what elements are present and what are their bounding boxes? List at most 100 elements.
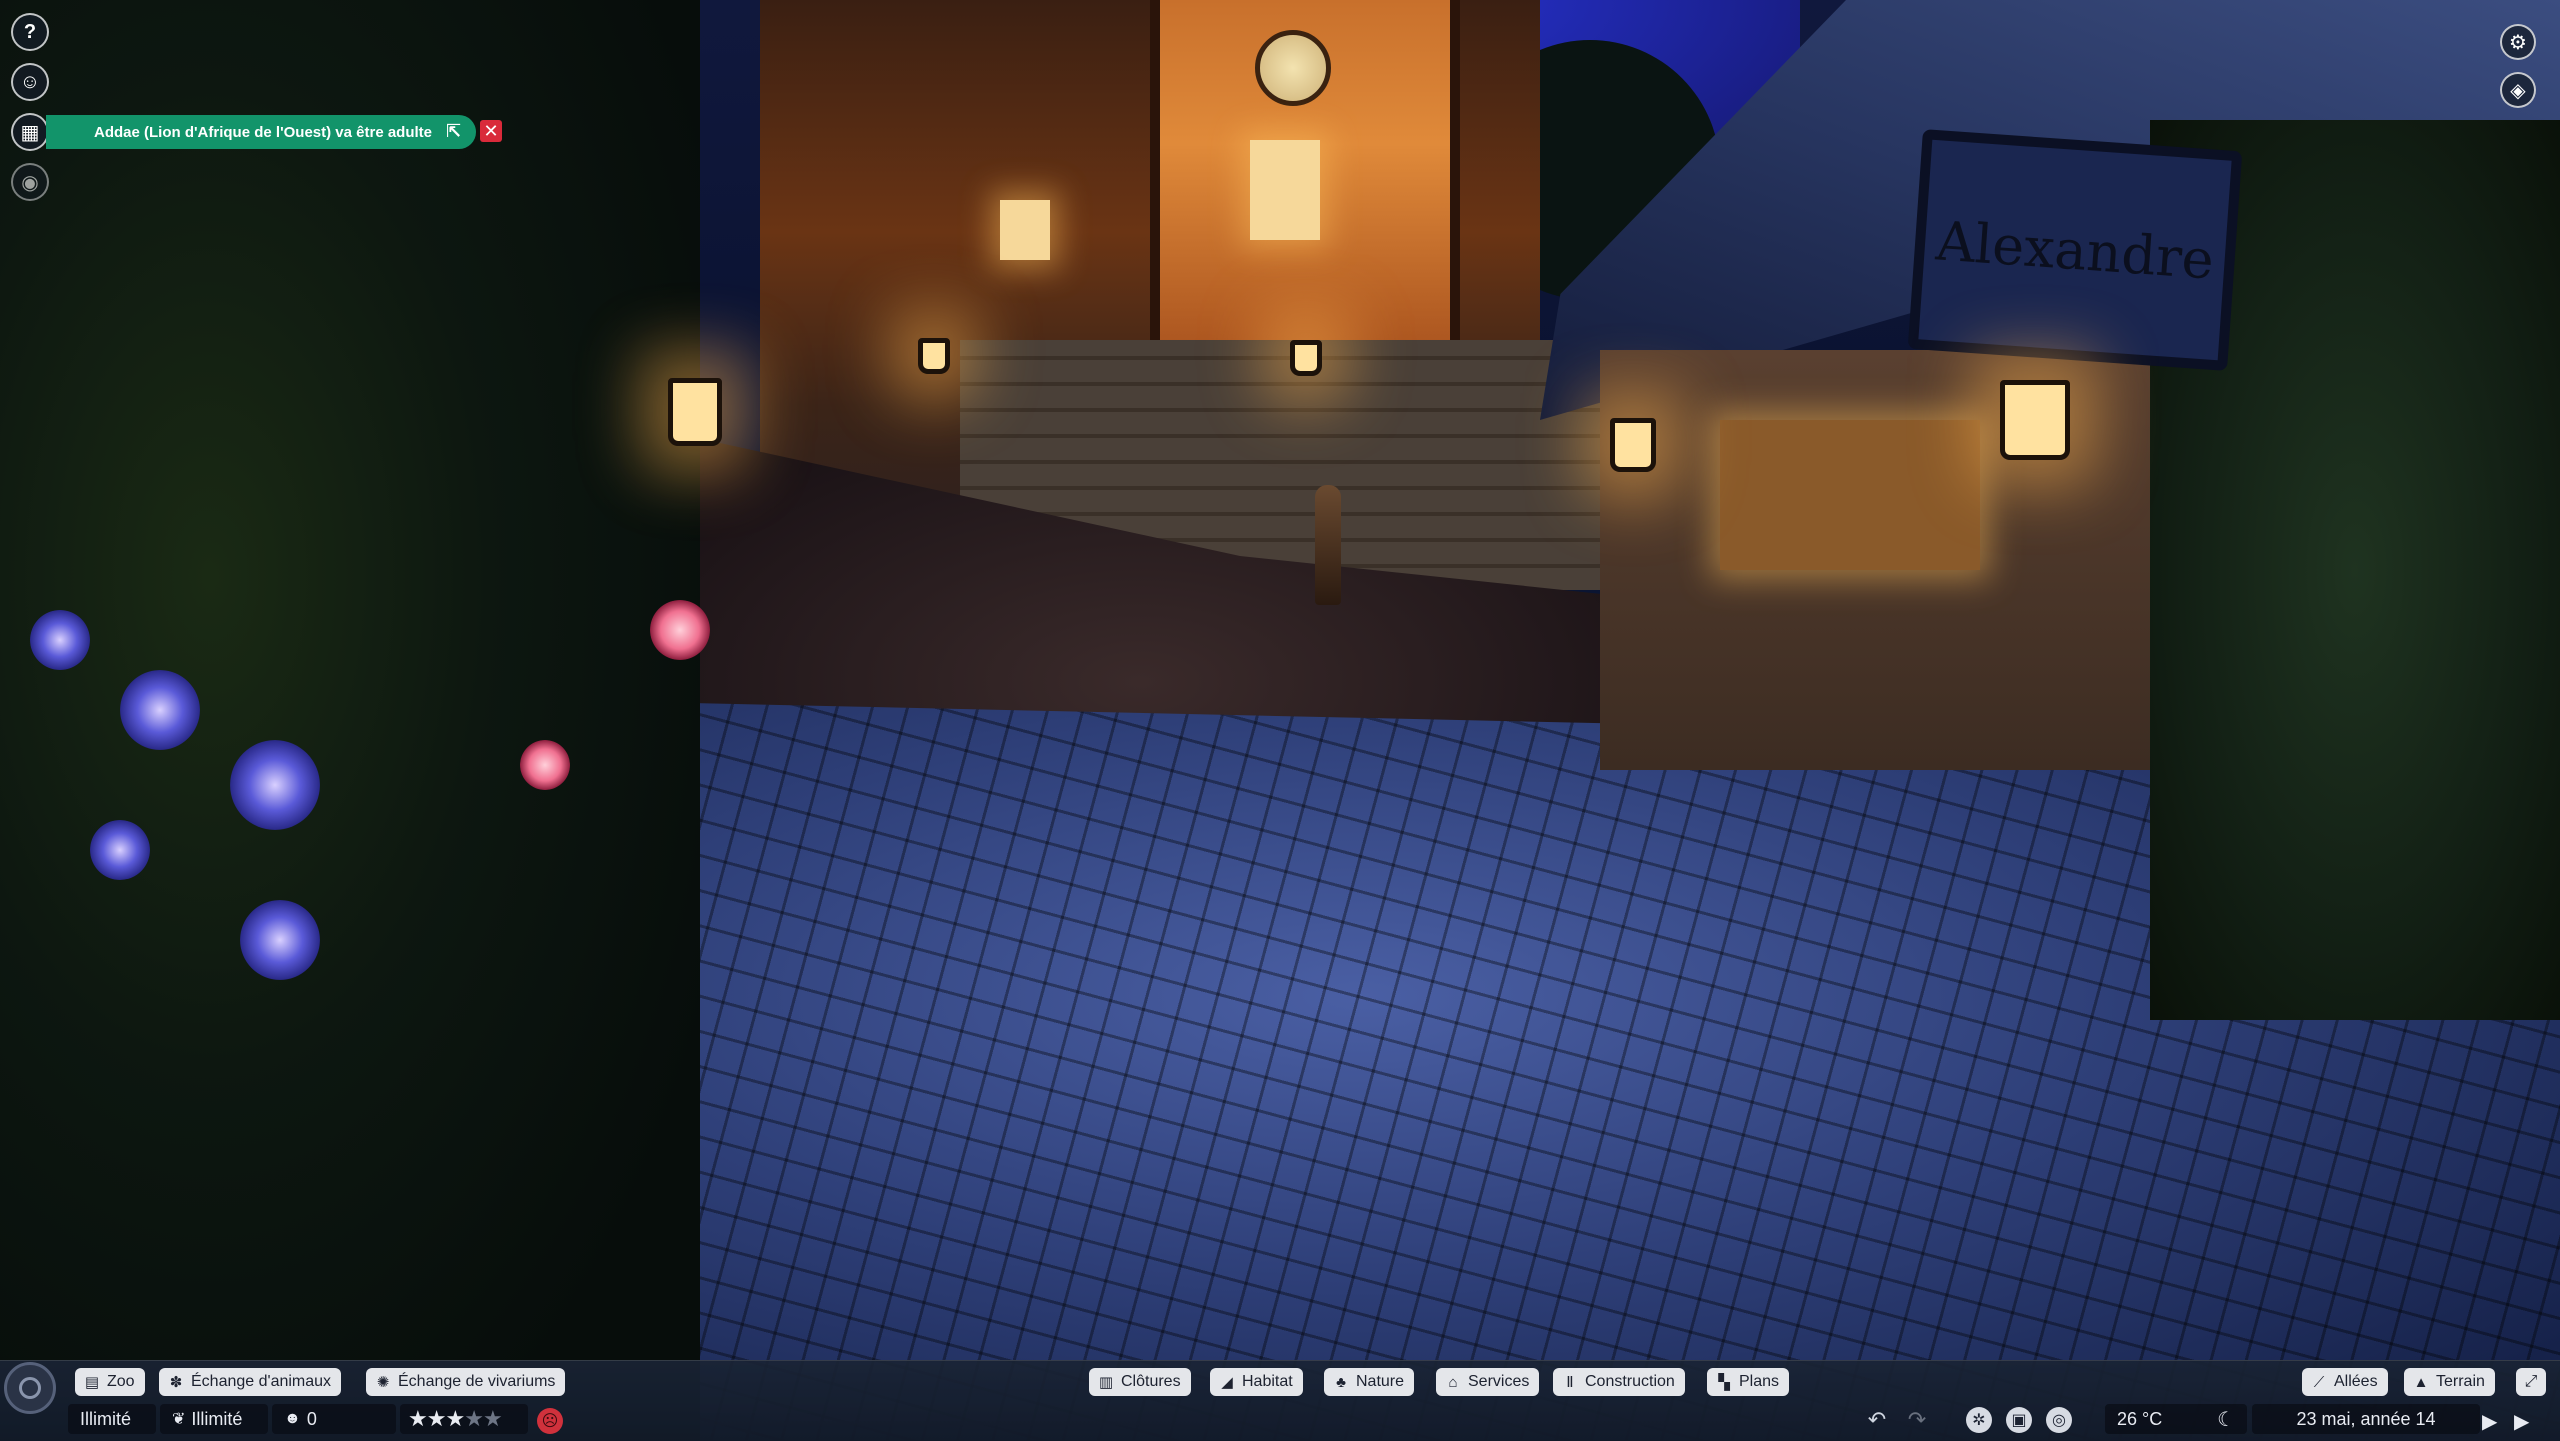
tab-zoo[interactable]: ▤ Zoo <box>75 1368 145 1396</box>
calendar-button[interactable]: ▦ <box>11 113 49 151</box>
street-lamp <box>918 338 950 374</box>
notification-banner[interactable]: Addae (Lion d'Afrique de l'Ouest) va êtr… <box>46 115 476 149</box>
blue-flower <box>30 610 90 670</box>
money-value: Illimité <box>80 1408 132 1429</box>
tab-label: Nature <box>1356 1373 1405 1390</box>
temperature-display: 26 °C ☾ <box>2105 1404 2247 1434</box>
overlay-toggle-icon[interactable]: ▣ <box>2006 1407 2032 1433</box>
visibility-button[interactable]: ◉ <box>11 163 49 201</box>
star-empty-icon: ★ <box>464 1406 484 1431</box>
moon-icon: ☾ <box>2217 1408 2235 1431</box>
blue-flower <box>90 820 150 880</box>
eye-icon: ◉ <box>21 171 39 194</box>
camera-view-button[interactable]: ◈ <box>2500 72 2536 108</box>
foliage <box>0 0 700 1440</box>
tab-paths[interactable]: ⟋ Allées <box>2302 1368 2388 1396</box>
shop-icon: ⌂ <box>1448 1373 1458 1391</box>
list-icon: ▤ <box>84 1374 100 1391</box>
game-viewport[interactable]: Alexandre <box>0 0 2560 1440</box>
tab-vivarium-trading[interactable]: ✺ Échange de vivariums <box>366 1368 566 1396</box>
settings-button[interactable]: ⚙ <box>2500 24 2536 60</box>
blue-flower <box>230 740 320 830</box>
tab-habitat[interactable]: ◢ Habitat <box>1210 1368 1303 1396</box>
gear-icon: ⚙ <box>2509 31 2527 54</box>
blueprint-icon: ▚ <box>1718 1374 1730 1391</box>
notification-close-button[interactable]: ✕ <box>480 120 502 142</box>
close-icon: ✕ <box>483 120 499 141</box>
tab-label: Clôtures <box>1121 1373 1181 1390</box>
zoo-guest <box>1315 485 1341 605</box>
play-speed-button[interactable]: ▶ <box>2482 1409 2497 1434</box>
staff-button[interactable]: ☺ <box>11 63 49 101</box>
paw-icon: ✽ <box>169 1374 183 1391</box>
pink-flower <box>650 600 710 660</box>
tab-label: Services <box>1468 1373 1530 1390</box>
shop-window <box>1720 420 1980 570</box>
tab-construction[interactable]: Ⅱ Construction <box>1553 1368 1685 1396</box>
research-display[interactable]: ❦ Illimité <box>160 1404 268 1434</box>
date-display: 23 mai, année 14 <box>2252 1404 2480 1434</box>
research-value: Illimité <box>191 1408 243 1429</box>
temperature-value: 26 °C <box>2117 1408 2163 1429</box>
sad-face-icon[interactable]: ☹ <box>537 1408 563 1434</box>
street-lamp <box>1290 340 1322 376</box>
guest-count-display[interactable]: ☻ 0 <box>272 1404 396 1434</box>
blue-flower <box>240 900 320 980</box>
undo-button[interactable]: ↶ <box>1864 1407 1890 1433</box>
tab-label: Allées <box>2334 1373 2378 1390</box>
notification-text: Addae (Lion d'Afrique de l'Ouest) va êtr… <box>94 123 433 141</box>
tab-label: Échange d'animaux <box>191 1373 332 1390</box>
shop-sign: Alexandre <box>1907 129 2243 371</box>
star-icon: ★ <box>445 1406 465 1431</box>
pink-flower <box>520 740 570 790</box>
left-toolbar: ? ☺ ▦ ◉ <box>11 13 51 213</box>
money-display[interactable]: Illimité <box>68 1404 156 1434</box>
tab-services[interactable]: ⌂ Services <box>1436 1368 1540 1396</box>
star-icon: ★ <box>426 1406 447 1431</box>
tab-label: Construction <box>1585 1373 1675 1390</box>
expand-toolbar-button[interactable]: ⤢ <box>2516 1368 2546 1396</box>
street-lamp <box>1610 418 1656 472</box>
camera-mode-icon[interactable]: ◎ <box>2046 1407 2072 1433</box>
expand-icon: ⤢ <box>2524 1373 2538 1390</box>
bug-icon: ✺ <box>376 1374 390 1391</box>
calendar-icon: ▦ <box>20 121 40 144</box>
external-link-icon[interactable]: ⇱ <box>446 121 466 141</box>
fast-forward-button[interactable]: ▶ <box>2514 1409 2529 1434</box>
star-icon: ★ <box>408 1406 428 1431</box>
help-button[interactable]: ? <box>11 13 49 51</box>
tab-nature[interactable]: ♣ Nature <box>1324 1368 1415 1396</box>
star-empty-icon: ★ <box>482 1406 503 1431</box>
date-value: 23 mai, année 14 <box>2296 1408 2436 1429</box>
blue-flower <box>120 670 200 750</box>
terrain-icon: ▲ <box>2413 1373 2429 1391</box>
tab-label: Terrain <box>2436 1373 2485 1390</box>
zookeeper-icon: ☺ <box>19 70 41 93</box>
guests-icon: ☻ <box>284 1410 301 1427</box>
fence-icon: ▥ <box>1098 1374 1114 1391</box>
lit-window <box>1250 140 1320 240</box>
tab-barriers[interactable]: ▥ Clôtures <box>1089 1368 1191 1396</box>
path-icon: ⟋ <box>2313 1373 2325 1391</box>
redo-button[interactable]: ↷ <box>1904 1407 1930 1433</box>
zoo-rating[interactable]: ★ ★ ★ ★ ★ <box>400 1404 528 1434</box>
view-icon: ◈ <box>2510 79 2526 102</box>
habitat-icon: ◢ <box>1221 1374 1233 1391</box>
lit-window <box>1000 200 1050 260</box>
tree-icon: ♣ <box>1336 1373 1346 1391</box>
tab-blueprints[interactable]: ▚ Plans <box>1707 1368 1790 1396</box>
main-menu-button[interactable] <box>4 1362 56 1414</box>
street-lamp <box>668 378 722 446</box>
tab-label: Habitat <box>1242 1373 1293 1390</box>
pillar-icon: Ⅱ <box>1566 1374 1574 1391</box>
tab-animal-trading[interactable]: ✽ Échange d'animaux <box>159 1368 342 1396</box>
tab-terrain[interactable]: ▲ Terrain <box>2404 1368 2495 1396</box>
leaf-icon: ❦ <box>172 1411 186 1428</box>
guest-count: 0 <box>306 1408 317 1429</box>
tab-label: Échange de vivariums <box>398 1373 556 1390</box>
tab-label: Zoo <box>107 1373 135 1390</box>
question-icon: ? <box>23 20 37 43</box>
tab-label: Plans <box>1739 1373 1780 1390</box>
right-toolbar: ⚙ ◈ <box>2500 24 2536 120</box>
weather-toggle-icon[interactable]: ✲ <box>1966 1407 1992 1433</box>
